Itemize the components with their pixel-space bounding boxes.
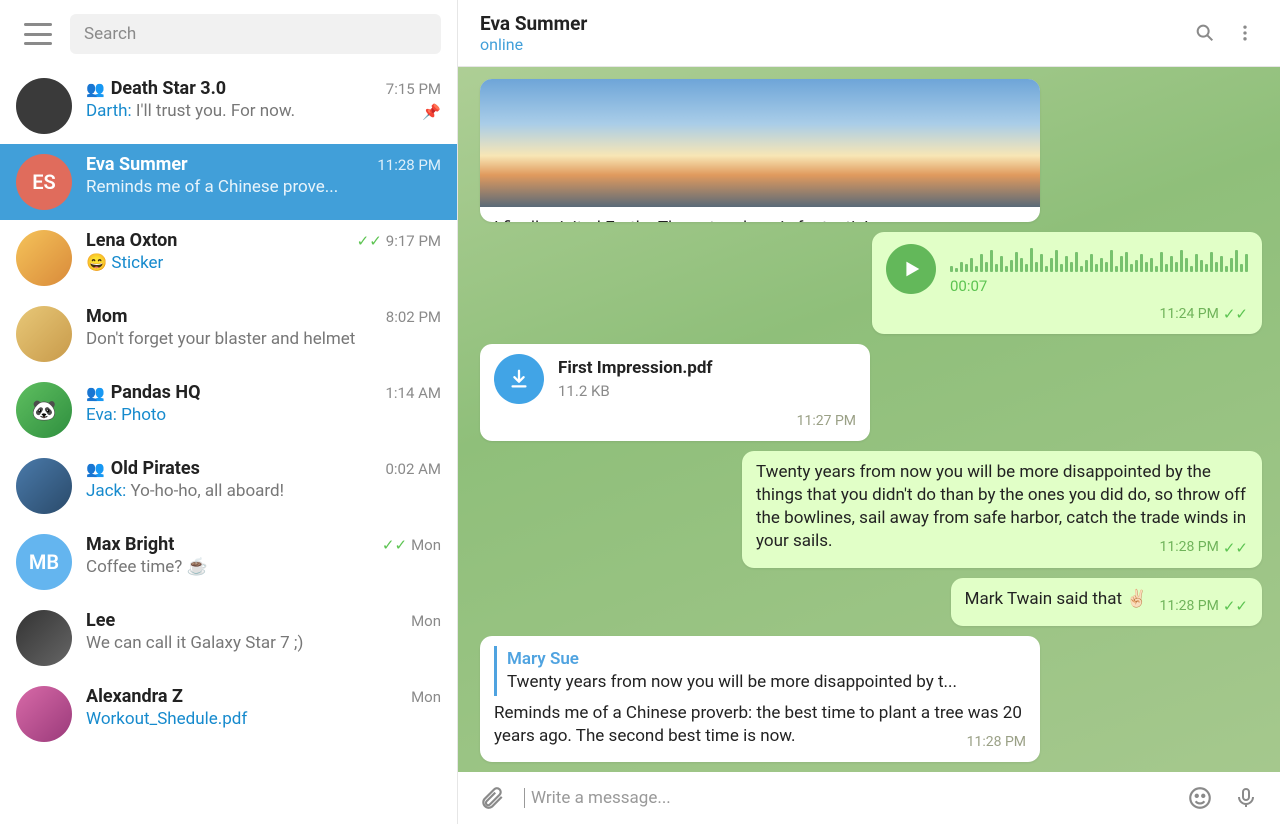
message-file[interactable]: First Impression.pdf 11.2 KB 11:27 PM <box>480 344 870 441</box>
avatar <box>16 458 72 514</box>
chat-item-max-bright[interactable]: MB Max Bright ✓✓Mon Coffee time? ☕ <box>0 524 457 600</box>
chat-title: Lena Oxton <box>86 230 177 251</box>
chat-item-eva-summer[interactable]: ES Eva Summer 11:28 PM Reminds me of a Ch… <box>0 144 457 220</box>
chat-title: Old Pirates <box>111 458 200 479</box>
read-checks-icon: ✓✓ <box>357 232 382 250</box>
chat-item-death-star[interactable]: 👥 Death Star 3.0 7:15 PM Darth: I'll trus… <box>0 68 457 144</box>
chat-item-mom[interactable]: Mom 8:02 PM Don't forget your blaster and… <box>0 296 457 372</box>
chat-time: 7:15 PM <box>386 80 441 98</box>
message-text-twain[interactable]: Mark Twain said that ✌🏻 11:28 PM✓✓ <box>951 578 1262 626</box>
message-input[interactable]: Write a message... <box>524 788 1168 808</box>
voice-duration: 00:07 <box>950 276 1248 296</box>
message-time: 11:28 PM✓✓ <box>1159 596 1248 616</box>
chat-time: 0:02 AM <box>385 460 441 478</box>
chat-item-pandas-hq[interactable]: 🐼 👥 Pandas HQ 1:14 AM Eva: Photo <box>0 372 457 448</box>
chat-header-name: Eva Summer <box>480 12 1178 35</box>
message-reply[interactable]: Mary Sue Twenty years from now you will … <box>480 636 1040 762</box>
chat-title: Pandas HQ <box>111 382 201 403</box>
attach-icon[interactable] <box>478 784 506 812</box>
message-text: Reminds me of a Chinese proverb: the bes… <box>494 703 1022 746</box>
chat-time: 8:02 PM <box>386 308 441 326</box>
message-time: 11:24 PM✓✓ <box>1159 304 1248 324</box>
message-composer: Write a message... <box>458 772 1280 824</box>
chat-item-old-pirates[interactable]: 👥 Old Pirates 0:02 AM Jack: Yo-ho-ho, all … <box>0 448 457 524</box>
chat-preview: Coffee time? ☕ <box>86 557 441 577</box>
microphone-icon[interactable] <box>1232 784 1260 812</box>
message-time: 11:28 PM✓✓ <box>1159 538 1248 558</box>
chat-preview: Workout_Shedule.pdf <box>86 709 441 729</box>
chat-preview: Don't forget your blaster and helmet <box>86 329 441 349</box>
file-size: 11.2 KB <box>558 381 713 401</box>
file-name: First Impression.pdf <box>558 357 713 380</box>
chat-time: ✓✓Mon <box>382 536 441 554</box>
message-time: 11:28 PM <box>967 733 1026 752</box>
chat-title: Mom <box>86 306 128 327</box>
message-photo[interactable]: I finally visited Earth.. The nature her… <box>480 79 1040 222</box>
chat-title: Alexandra Z <box>86 686 183 707</box>
sidebar-top: Search <box>0 0 457 68</box>
download-icon[interactable] <box>494 354 544 404</box>
read-checks-icon: ✓✓ <box>1223 596 1248 616</box>
chat-preview: Eva: Photo <box>86 405 441 425</box>
avatar: ES <box>16 154 72 210</box>
waveform[interactable] <box>950 242 1248 272</box>
chat-time: 11:28 PM <box>377 156 441 174</box>
message-text-quote[interactable]: Twenty years from now you will be more d… <box>742 451 1262 568</box>
message-voice[interactable]: 00:07 11:24 PM✓✓ <box>872 232 1262 335</box>
photo-attachment[interactable] <box>480 79 1040 207</box>
chat-time: ✓✓9:17 PM <box>357 232 441 250</box>
chat-header-status: online <box>480 35 1178 54</box>
avatar <box>16 610 72 666</box>
reply-text: Twenty years from now you will be more d… <box>507 671 1026 694</box>
more-icon[interactable] <box>1232 20 1258 46</box>
chat-title: Max Bright <box>86 534 174 555</box>
chat-item-lena-oxton[interactable]: Lena Oxton ✓✓9:17 PM 😄 Sticker <box>0 220 457 296</box>
search-input[interactable]: Search <box>70 14 441 54</box>
reply-preview[interactable]: Mary Sue Twenty years from now you will … <box>494 646 1026 696</box>
search-icon[interactable] <box>1192 20 1218 46</box>
play-icon[interactable] <box>886 244 936 294</box>
chat-title: Eva Summer <box>86 154 188 175</box>
avatar: MB <box>16 534 72 590</box>
chat-preview: We can call it Galaxy Star 7 ;) <box>86 633 441 653</box>
chat-item-lee[interactable]: Lee Mon We can call it Galaxy Star 7 ;) <box>0 600 457 676</box>
chat-time: 1:14 AM <box>385 384 441 402</box>
chat-item-alexandra-z[interactable]: Alexandra Z Mon Workout_Shedule.pdf <box>0 676 457 752</box>
read-checks-icon: ✓✓ <box>1223 538 1248 558</box>
avatar <box>16 78 72 134</box>
pin-icon: 📌 <box>422 103 441 121</box>
chat-preview: Jack: Yo-ho-ho, all aboard! <box>86 481 441 501</box>
reply-sender: Mary Sue <box>507 648 1026 671</box>
message-list[interactable]: I finally visited Earth.. The nature her… <box>458 67 1280 772</box>
avatar <box>16 230 72 286</box>
menu-icon[interactable] <box>24 23 52 45</box>
avatar <box>16 306 72 362</box>
group-icon: 👥 <box>86 460 105 478</box>
chat-preview: Darth: I'll trust you. For now. <box>86 101 295 121</box>
read-checks-icon: ✓✓ <box>382 536 407 554</box>
emoji-icon[interactable] <box>1186 784 1214 812</box>
chat-preview: 😄 Sticker <box>86 253 441 273</box>
avatar: 🐼 <box>16 382 72 438</box>
chat-list-sidebar: Search 👥 Death Star 3.0 7:15 PM Darth: I'… <box>0 0 458 824</box>
group-icon: 👥 <box>86 384 105 402</box>
chat-list: 👥 Death Star 3.0 7:15 PM Darth: I'll trus… <box>0 68 457 824</box>
read-checks-icon: ✓✓ <box>1223 304 1248 324</box>
chat-header[interactable]: Eva Summer online <box>458 0 1280 67</box>
chat-title: Death Star 3.0 <box>111 78 226 99</box>
chat-preview: Reminds me of a Chinese prove... <box>86 177 441 197</box>
chat-title: Lee <box>86 610 115 631</box>
message-time: 11:27 PM <box>797 412 856 431</box>
group-icon: 👥 <box>86 80 105 98</box>
chat-time: Mon <box>411 612 441 630</box>
chat-time: Mon <box>411 688 441 706</box>
message-text: Mark Twain said that ✌🏻 <box>965 589 1148 609</box>
message-text: I finally visited Earth.. The nature her… <box>494 218 869 222</box>
avatar <box>16 686 72 742</box>
conversation-panel: Eva Summer online I finally visited Eart… <box>458 0 1280 824</box>
